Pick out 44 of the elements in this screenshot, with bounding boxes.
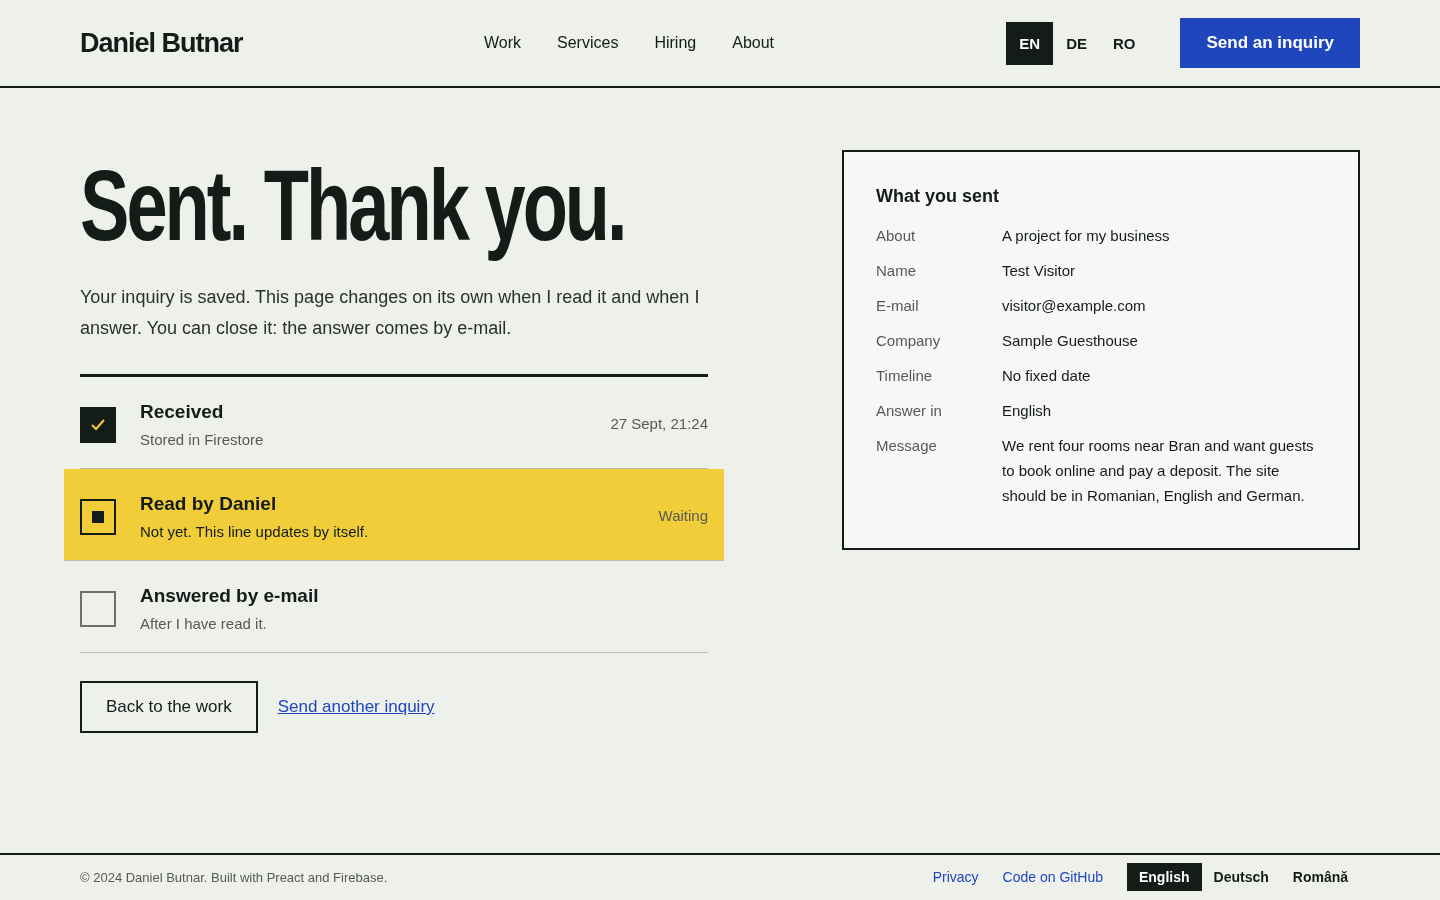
nav-link[interactable]: Hiring [654, 34, 697, 52]
field-value: We rent four rooms near Bran and want guests to book online and pay a deposit. The site should be in Romanian, English and German. [1002, 436, 1315, 506]
step-note: After I have read it. [140, 615, 268, 632]
language-button[interactable]: Română [1280, 863, 1360, 891]
language-button[interactable]: Deutsch [1201, 863, 1281, 891]
another-inquiry-link[interactable]: Send another inquiry [277, 697, 435, 717]
check-icon [91, 419, 105, 431]
field-label: Timeline [876, 366, 934, 386]
square-icon [92, 511, 104, 523]
field-value: A project for my business [1002, 226, 1171, 246]
page-title: Sent. Thank you. [80, 150, 625, 260]
step-title: Received [140, 401, 225, 423]
field-value: No fixed date [1002, 366, 1092, 386]
field-label: E-mail [876, 296, 920, 316]
step-time: 27 Sept, 21:24 [610, 415, 708, 432]
nav-link[interactable]: Services [557, 34, 619, 52]
field-value: English [1002, 401, 1053, 421]
step-note: Stored in Firestore [140, 431, 265, 448]
field-label: Company [876, 331, 942, 351]
nav-link[interactable]: About [732, 34, 774, 52]
logo[interactable]: Daniel Butnar [80, 27, 484, 59]
field-label: Answer in [876, 401, 943, 421]
step-time: Waiting [658, 507, 708, 524]
field-label: Name [876, 261, 917, 281]
card-title: What you sent [876, 186, 1000, 207]
field-label: About [876, 226, 917, 246]
inquiry-button[interactable]: Send an inquiry [1180, 18, 1360, 68]
step-title: Read by Daniel [140, 493, 278, 515]
field-value: visitor@example.com [1002, 296, 1147, 316]
language-button[interactable]: RO [1099, 21, 1149, 65]
footer-link[interactable]: Privacy [932, 869, 979, 885]
field-value: Sample Guesthouse [1002, 331, 1139, 351]
nav-link[interactable]: Work [484, 34, 522, 52]
step-note: Not yet. This line updates by itself. [140, 523, 370, 540]
back-button[interactable]: Back to the work [80, 681, 258, 733]
language-button[interactable]: English [1126, 863, 1202, 891]
footer-link[interactable]: Code on GitHub [1002, 869, 1103, 885]
intro-text: Your inquiry is saved. This page changes on its own when I read it and when I answer. You can close it: the answer comes by e-mail. [80, 286, 701, 340]
step-title: Answered by e-mail [140, 585, 320, 607]
field-label: Message [876, 436, 938, 456]
language-button[interactable]: EN [1006, 21, 1054, 65]
copyright-text: © 2024 Daniel Butnar. Built with Preact and Firebase. [80, 869, 388, 885]
field-value: Test Visitor [1002, 261, 1077, 281]
language-button[interactable]: DE [1053, 21, 1100, 65]
